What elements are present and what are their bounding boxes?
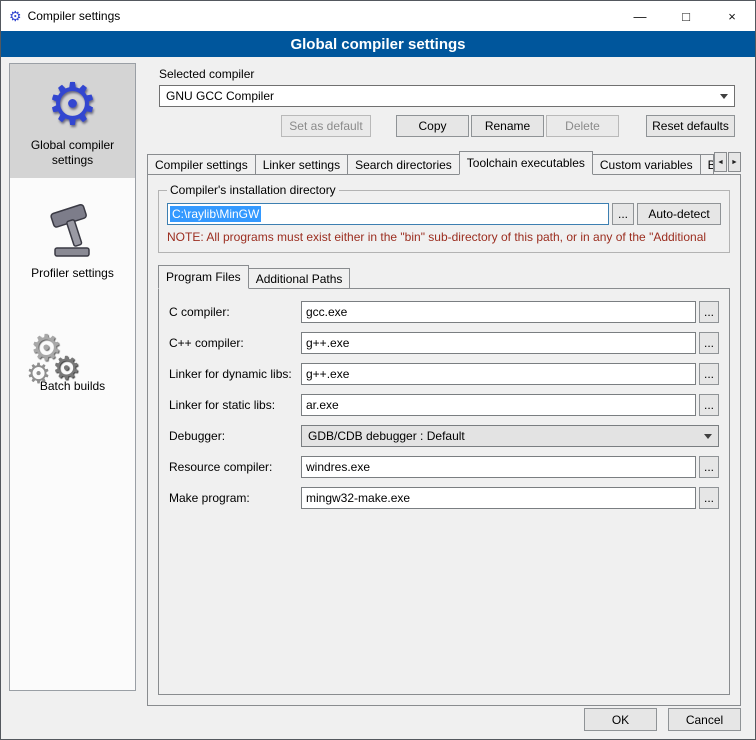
debugger-select[interactable]: GDB/CDB debugger : Default	[301, 425, 719, 447]
set-as-default-button: Set as default	[281, 115, 371, 137]
sidebar-item-label: Global compiler settings	[12, 138, 133, 168]
form-row-c-compiler: C compiler: ...	[169, 301, 719, 323]
tab-scroll-left-button[interactable]: ◄	[714, 152, 727, 172]
rename-button[interactable]: Rename	[471, 115, 544, 137]
compiler-settings-window: ⚙ Compiler settings — □ × Global compile…	[0, 0, 756, 740]
cpp-compiler-browse-button[interactable]: ...	[699, 332, 719, 354]
tab-linker-settings[interactable]: Linker settings	[255, 154, 348, 174]
tab-custom-variables[interactable]: Custom variables	[592, 154, 701, 174]
chevron-down-icon	[720, 94, 728, 99]
delete-button: Delete	[546, 115, 619, 137]
tab-compiler-settings[interactable]: Compiler settings	[147, 154, 256, 174]
install-dir-group-label: Compiler's installation directory	[167, 183, 339, 197]
sidebar-item-batch-builds[interactable]: ⚙ ⚙ ⚙ Batch builds	[10, 305, 135, 404]
resource-compiler-input[interactable]	[301, 456, 696, 478]
install-dir-row: C:\raylib\MinGW ... Auto-detect	[167, 203, 721, 225]
sidebar-item-label: Profiler settings	[12, 266, 133, 281]
form-row-linker-dynamic: Linker for dynamic libs: ...	[169, 363, 719, 385]
field-label: Debugger:	[169, 429, 301, 443]
program-files-panel: C compiler: ... C++ compiler: ... Linker…	[158, 288, 730, 695]
tab-toolchain-executables[interactable]: Toolchain executables	[459, 151, 593, 175]
reset-defaults-button[interactable]: Reset defaults	[646, 115, 735, 137]
selected-compiler-label: Selected compiler	[159, 67, 729, 81]
toolchain-panel: Compiler's installation directory C:\ray…	[147, 174, 741, 706]
field-label: C compiler:	[169, 305, 301, 319]
chevron-down-icon	[704, 434, 712, 439]
install-dir-note: NOTE: All programs must exist either in …	[167, 230, 721, 244]
linker-dynamic-browse-button[interactable]: ...	[699, 363, 719, 385]
linker-static-input[interactable]	[301, 394, 696, 416]
arrow-right-icon: ►	[731, 159, 738, 166]
maximize-icon: □	[682, 9, 690, 24]
linker-static-browse-button[interactable]: ...	[699, 394, 719, 416]
install-dir-input[interactable]: C:\raylib\MinGW	[167, 203, 609, 225]
gears-icon: ⚙ ⚙ ⚙	[12, 313, 133, 379]
tab-search-directories[interactable]: Search directories	[347, 154, 460, 174]
close-icon: ×	[728, 9, 736, 24]
program-tabstrip: Program Files Additional Paths	[158, 265, 730, 288]
tab-scroll-right-button[interactable]: ►	[728, 152, 741, 172]
field-label: Resource compiler:	[169, 460, 301, 474]
tab-additional-paths[interactable]: Additional Paths	[248, 268, 351, 288]
field-label: C++ compiler:	[169, 336, 301, 350]
debugger-select-value: GDB/CDB debugger : Default	[308, 429, 698, 443]
sidebar: ⚙ Global compiler settings Profiler sett…	[9, 63, 136, 691]
cpp-compiler-input[interactable]	[301, 332, 696, 354]
settings-tabstrip: Compiler settings Linker settings Search…	[147, 150, 741, 174]
c-compiler-input[interactable]	[301, 301, 696, 323]
maximize-button[interactable]: □	[663, 1, 709, 31]
form-row-make-program: Make program: ...	[169, 487, 719, 509]
install-dir-value: C:\raylib\MinGW	[170, 206, 261, 222]
window-title: Compiler settings	[28, 9, 121, 23]
form-row-debugger: Debugger: GDB/CDB debugger : Default	[169, 425, 719, 447]
copy-button[interactable]: Copy	[396, 115, 469, 137]
main-panel: Selected compiler GNU GCC Compiler Set a…	[147, 61, 741, 706]
tab-scroll-buttons: ◄ ►	[713, 152, 741, 172]
field-label: Make program:	[169, 491, 301, 505]
make-program-input[interactable]	[301, 487, 696, 509]
field-label: Linker for static libs:	[169, 398, 301, 412]
close-button[interactable]: ×	[709, 1, 755, 31]
hammer-icon	[12, 200, 133, 266]
make-program-browse-button[interactable]: ...	[699, 487, 719, 509]
linker-dynamic-input[interactable]	[301, 363, 696, 385]
cancel-button[interactable]: Cancel	[668, 708, 741, 731]
compiler-select-value: GNU GCC Compiler	[166, 89, 714, 103]
sidebar-item-profiler-settings[interactable]: Profiler settings	[10, 192, 135, 291]
form-row-linker-static: Linker for static libs: ...	[169, 394, 719, 416]
titlebar: ⚙ Compiler settings — □ ×	[1, 1, 755, 31]
window-controls: — □ ×	[617, 1, 755, 31]
sidebar-item-global-compiler-settings[interactable]: ⚙ Global compiler settings	[10, 64, 135, 178]
install-dir-group: Compiler's installation directory C:\ray…	[158, 183, 730, 253]
gear-icon: ⚙	[12, 72, 133, 138]
app-gear-icon: ⚙	[9, 9, 22, 23]
arrow-left-icon: ◄	[717, 159, 724, 166]
form-row-cpp-compiler: C++ compiler: ...	[169, 332, 719, 354]
tab-program-files[interactable]: Program Files	[158, 265, 249, 289]
compiler-actions: Set as default Copy Rename Delete Reset …	[159, 115, 735, 137]
dialog-footer: OK Cancel	[584, 708, 741, 731]
autodetect-button[interactable]: Auto-detect	[637, 203, 721, 225]
minimize-icon: —	[634, 9, 647, 24]
c-compiler-browse-button[interactable]: ...	[699, 301, 719, 323]
field-label: Linker for dynamic libs:	[169, 367, 301, 381]
form-row-resource-compiler: Resource compiler: ...	[169, 456, 719, 478]
install-dir-browse-button[interactable]: ...	[612, 203, 634, 225]
page-title: Global compiler settings	[1, 31, 755, 57]
minimize-button[interactable]: —	[617, 1, 663, 31]
ok-button[interactable]: OK	[584, 708, 657, 731]
resource-compiler-browse-button[interactable]: ...	[699, 456, 719, 478]
compiler-select[interactable]: GNU GCC Compiler	[159, 85, 735, 107]
tab-build-options[interactable]: Build options	[700, 154, 714, 174]
